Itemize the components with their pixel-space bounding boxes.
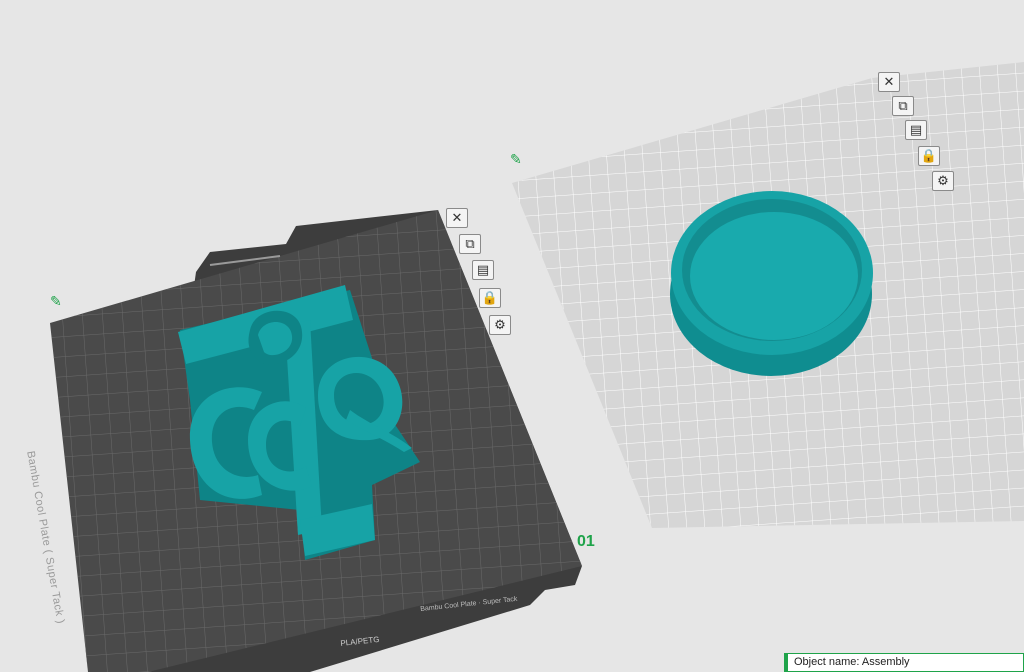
dish-model[interactable] <box>670 191 873 376</box>
plate-2-arrange-icon[interactable]: ⧉ <box>892 96 914 116</box>
edit-plate-2-name-icon[interactable]: ✎ <box>510 152 522 168</box>
object-info-panel: Object name: Assembly <box>784 653 1024 672</box>
scene <box>50 62 1024 672</box>
plate-2-lock-icon[interactable]: 🔒 <box>918 146 940 166</box>
plate-1-arrange-icon[interactable]: ⧉ <box>459 234 481 254</box>
3d-viewport[interactable]: Bambu Cool Plate ( Super Tack ) Bambu Co… <box>0 0 1024 672</box>
object-name-text: Object name: Assembly <box>794 656 910 668</box>
plate-1-number: 01 <box>577 533 595 550</box>
edit-plate-1-name-icon[interactable]: ✎ <box>50 294 62 310</box>
plate-1-lock-icon[interactable]: 🔒 <box>479 288 501 308</box>
plate-2-layout-icon[interactable]: ▤ <box>905 120 927 140</box>
plate-1-close-icon[interactable]: ✕ <box>446 208 468 228</box>
plate-1-layout-icon[interactable]: ▤ <box>472 260 494 280</box>
plate-1-settings-icon[interactable]: ⚙ <box>489 315 511 335</box>
plate-2-settings-icon[interactable]: ⚙ <box>932 171 954 191</box>
plate-2-close-icon[interactable]: ✕ <box>878 72 900 92</box>
